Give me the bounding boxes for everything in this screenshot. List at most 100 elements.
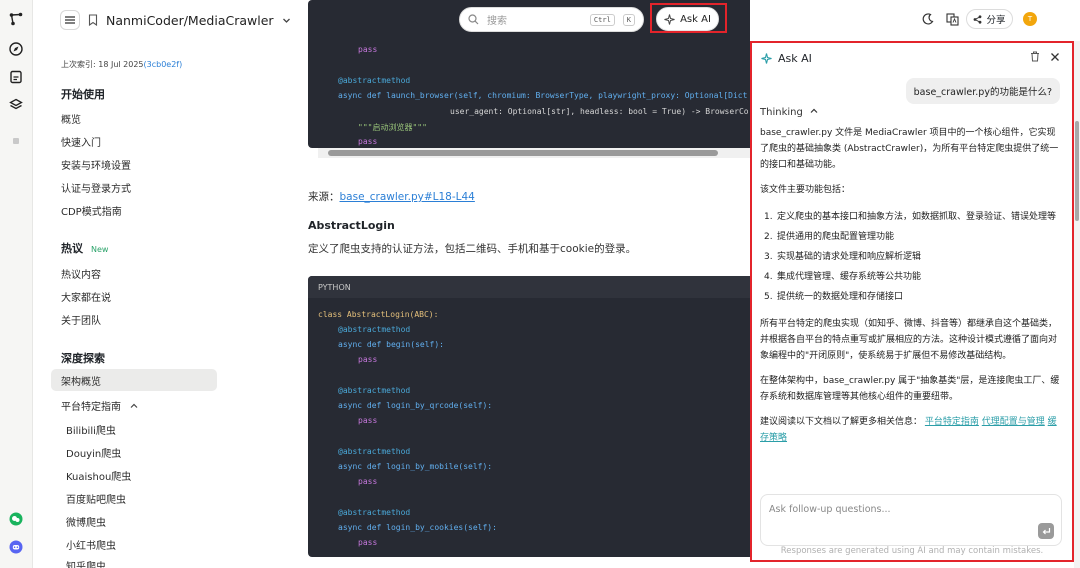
list-item: 5. 提供统一的数据处理和存储接口 <box>764 292 904 302</box>
code-block-abstract-login: PYTHON class AbstractLogin(ABC): @abstra… <box>308 276 750 557</box>
code-line: @abstractmethod <box>338 386 411 395</box>
ai-panel-title: Ask AI <box>778 52 812 65</box>
last-indexed: 上次索引: 18 Jul 2025(3cb0e2f) <box>61 59 182 70</box>
send-button[interactable] <box>1038 523 1054 539</box>
ai-answer: base_crawler.py 文件是 MediaCrawler 项目中的一个核… <box>760 125 1064 455</box>
nav-item-about-team[interactable]: 关于团队 <box>61 312 101 327</box>
code-line: @abstractmethod <box>338 76 411 85</box>
section-title: AbstractLogin <box>308 219 395 232</box>
ask-ai-panel: Ask AI base_crawler.py的功能是什么? Thinking b… <box>750 41 1074 562</box>
answer-paragraph-2: 所有平台特定的爬虫实现（如知乎、微博、抖音等）都继承自这个基础类，并根据各自平台… <box>760 319 1058 361</box>
code-line: class AbstractLogin(ABC): <box>318 310 439 319</box>
section-description: 定义了爬虫支持的认证方法，包括二维码、手机和基于cookie的登录。 <box>308 243 637 255</box>
nav-subitem-kuaishou[interactable]: Kuaishou爬虫 <box>66 468 131 483</box>
repo-name[interactable]: NanmiCoder/MediaCrawler <box>106 13 274 28</box>
wechat-icon[interactable] <box>8 511 24 527</box>
list-item-text: 集成代理管理、缓存系统等公共功能 <box>777 272 922 282</box>
nav-subitem-xiaohongshu[interactable]: 小红书爬虫 <box>66 537 116 552</box>
layers-icon[interactable] <box>8 97 24 113</box>
share-button[interactable]: 分享 <box>966 9 1013 29</box>
rail-dot <box>13 138 19 144</box>
nav-group-deep-dive: 深度探索 <box>61 352 105 365</box>
code-token: pass <box>358 45 378 54</box>
code-horizontal-scrollbar[interactable] <box>318 148 750 158</box>
code-line: async def launch_browser(self, chromium:… <box>338 91 748 100</box>
followup-input[interactable]: Ask follow-up questions... <box>760 494 1062 546</box>
nav-subitem-bilibili[interactable]: Bilibili爬虫 <box>66 422 116 437</box>
icon-rail <box>0 0 33 568</box>
nav-subitem-douyin[interactable]: Douyin爬虫 <box>66 445 121 460</box>
nav-item-architecture[interactable]: 架构概览 <box>51 369 217 391</box>
nav-subitem-tieba[interactable]: 百度贴吧爬虫 <box>66 491 126 506</box>
nav-item-quickstart[interactable]: 快速入门 <box>61 134 101 149</box>
code-line: user_agent: Optional[str], headless: boo… <box>450 107 749 116</box>
enter-icon <box>1042 527 1050 534</box>
repo-bar: NanmiCoder/MediaCrawler <box>60 10 291 30</box>
nav-item-trending-content[interactable]: 热议内容 <box>61 266 101 281</box>
nav-subitem-zhihu[interactable]: 知乎爬虫 <box>66 558 106 568</box>
sparkle-icon <box>761 53 772 64</box>
bookmark-icon <box>88 14 98 26</box>
code-line: pass <box>358 416 378 425</box>
chevron-up-icon[interactable] <box>810 107 818 115</box>
theme-toggle-moon-icon[interactable] <box>920 9 936 29</box>
document-icon[interactable] <box>8 69 24 85</box>
nav-subitem-weibo[interactable]: 微博爬虫 <box>66 514 106 529</box>
ai-disclaimer: Responses are generated using AI and may… <box>780 546 1044 556</box>
reading-prefix: 建议阅读以下文档以了解更多相关信息： <box>760 417 923 427</box>
thinking-toggle[interactable]: Thinking <box>760 107 818 118</box>
answer-reading: 建议阅读以下文档以了解更多相关信息： 平台特定指南 代理配置与管理 缓存策略 <box>760 414 1064 446</box>
search-box[interactable]: 搜索 Ctrl K <box>459 7 644 32</box>
nav-group-getting-started: 开始使用 <box>61 88 105 101</box>
list-item: 4. 集成代理管理、缓存系统等公共功能 <box>764 272 922 282</box>
last-indexed-date: 上次索引: 18 Jul 2025 <box>61 60 144 69</box>
code-line: @abstractmethod <box>338 325 411 334</box>
reading-link-platform-guides[interactable]: 平台特定指南 <box>925 417 979 427</box>
answer-intro: base_crawler.py 文件是 MediaCrawler 项目中的一个核… <box>760 128 1059 170</box>
share-label: 分享 <box>986 15 1006 26</box>
commit-hash-link[interactable]: (3cb0e2f) <box>144 60 183 69</box>
share-icon <box>974 14 982 24</box>
kbd-ctrl: Ctrl <box>589 13 615 26</box>
scrollbar-thumb[interactable] <box>328 150 718 156</box>
app-logo-icon[interactable] <box>8 11 24 27</box>
nav-item-cdp-mode[interactable]: CDP模式指南 <box>61 203 122 218</box>
nav-item-everyone-says[interactable]: 大家都在说 <box>61 289 111 304</box>
avatar[interactable]: T <box>1023 12 1037 26</box>
menu-icon[interactable] <box>60 10 80 30</box>
ai-panel-header: Ask AI <box>761 52 812 65</box>
code-line: @abstractmethod <box>338 508 411 517</box>
search-placeholder[interactable]: 搜索 <box>487 12 582 27</box>
ask-ai-label: Ask AI <box>680 13 711 25</box>
page-vertical-scrollbar[interactable] <box>1074 41 1080 568</box>
code-line: pass <box>358 355 378 364</box>
nav-item-overview[interactable]: 概览 <box>61 111 81 126</box>
code-line: """启动浏览器""" <box>358 123 427 132</box>
code-line: async def login_by_cookies(self): <box>338 523 497 532</box>
code-line: pass <box>358 538 378 547</box>
code-line: async def begin(self): <box>338 340 444 349</box>
answer-list: 1. 定义爬虫的基本接口和抽象方法，如数据抓取、登录验证、错误处理等 2. 提供通用… <box>760 207 1064 307</box>
followup-placeholder[interactable]: Ask follow-up questions... <box>769 504 891 515</box>
trash-icon[interactable] <box>1030 51 1040 62</box>
reading-link-proxy-config[interactable]: 代理配置与管理 <box>982 417 1045 427</box>
close-icon[interactable] <box>1050 52 1060 62</box>
answer-list-intro: 该文件主要功能包括： <box>760 185 851 195</box>
code-line: pass <box>358 137 378 146</box>
code-line: async def login_by_mobile(self): <box>338 462 493 471</box>
nav-item-installation[interactable]: 安装与环境设置 <box>61 157 131 172</box>
nav-item-platform-guides[interactable]: 平台特定指南 <box>61 398 138 413</box>
list-item-text: 提供统一的数据处理和存储接口 <box>777 292 904 302</box>
source-link[interactable]: base_crawler.py#L18-L44 <box>340 191 475 203</box>
list-item-text: 提供通用的爬虫配置管理功能 <box>777 232 895 242</box>
scrollbar-thumb[interactable] <box>1075 121 1079 221</box>
list-item: 2. 提供通用的爬虫配置管理功能 <box>764 232 895 242</box>
compass-icon[interactable] <box>8 41 24 57</box>
nav-group-trending: 热议 New <box>61 240 108 256</box>
search-icon <box>468 14 479 25</box>
chevron-up-icon[interactable] <box>130 402 138 410</box>
ask-ai-button[interactable]: Ask AI <box>656 7 719 31</box>
translate-icon[interactable] <box>944 9 960 29</box>
discord-icon[interactable] <box>8 539 24 555</box>
nav-item-auth[interactable]: 认证与登录方式 <box>61 180 131 195</box>
